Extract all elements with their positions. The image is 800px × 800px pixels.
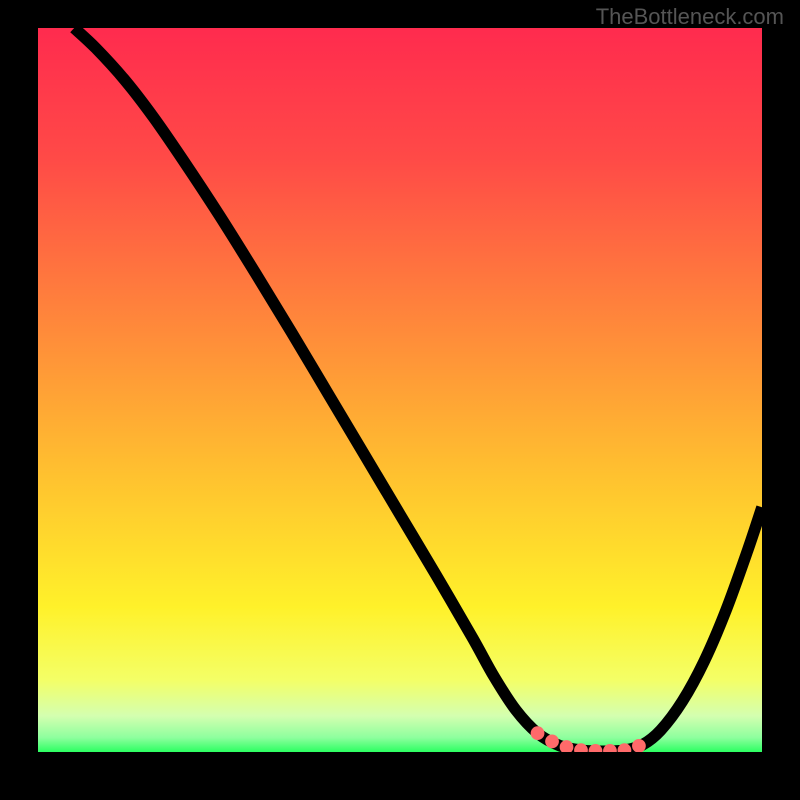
plot-area xyxy=(38,28,762,752)
bottleneck-curve xyxy=(38,28,762,752)
min-dot xyxy=(545,735,559,749)
min-dot xyxy=(531,726,545,740)
min-dot xyxy=(603,744,617,752)
watermark-text: TheBottleneck.com xyxy=(596,4,784,30)
chart-container: TheBottleneck.com xyxy=(0,0,800,800)
